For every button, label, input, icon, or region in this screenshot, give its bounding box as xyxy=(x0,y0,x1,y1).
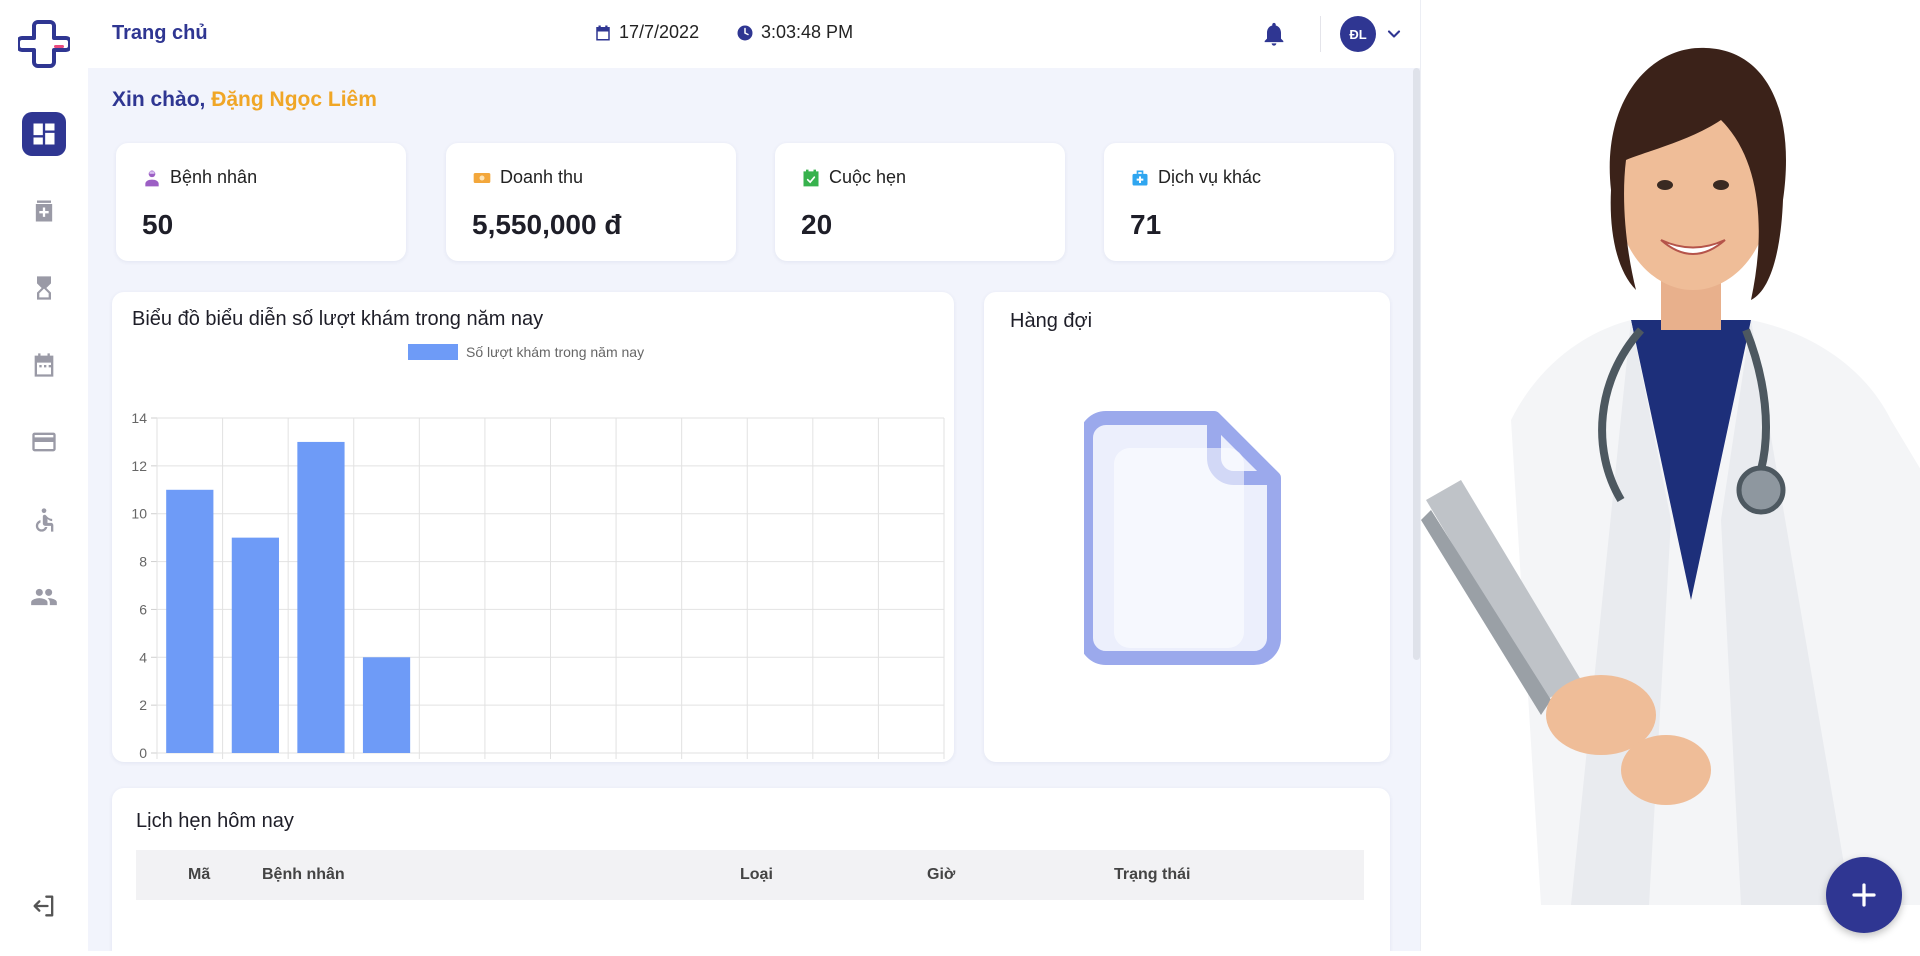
money-icon xyxy=(473,172,491,183)
notification-bell-icon[interactable] xyxy=(1260,20,1288,48)
queue-title: Hàng đợi xyxy=(1010,310,1093,332)
column-header-status[interactable]: Trạng thái xyxy=(1114,866,1190,884)
sidebar-item-patients[interactable] xyxy=(22,498,66,542)
header-date: 17/7/2022 xyxy=(594,22,699,43)
sidebar xyxy=(0,0,88,951)
chart-title: Biểu đồ biểu diễn số lượt khám trong năm… xyxy=(132,308,544,330)
calendar-check-icon xyxy=(803,169,819,186)
y-tick-label: 6 xyxy=(139,601,147,617)
dashboard-icon xyxy=(33,123,55,145)
stat-card-other-services[interactable]: Dịch vụ khác 71 xyxy=(1104,143,1394,261)
main-content: Xin chào, Đặng Ngọc Liêm Bệnh nhân 50 Do… xyxy=(88,68,1420,951)
y-tick-label: 2 xyxy=(139,697,147,713)
sidebar-item-queue[interactable] xyxy=(22,266,66,310)
visits-bar-chart: Số lượt khám trong năm nay02468101214Thg… xyxy=(131,344,945,761)
logout-icon xyxy=(33,895,54,917)
chart-panel: Biểu đồ biểu diễn số lượt khám trong năm… xyxy=(112,292,954,762)
greeting: Xin chào, Đặng Ngọc Liêm xyxy=(112,88,377,112)
stat-label: Dịch vụ khác xyxy=(1158,167,1262,187)
calendar-icon xyxy=(596,25,610,40)
stat-value: 5,550,000 đ xyxy=(472,209,622,240)
stat-card-appointments[interactable]: Cuộc hẹn 20 xyxy=(775,143,1065,261)
stat-label: Doanh thu xyxy=(500,167,584,187)
medical-bag-icon xyxy=(1132,170,1148,185)
column-header-time[interactable]: Giờ xyxy=(927,866,955,884)
main-scrollbar[interactable] xyxy=(1413,68,1420,660)
patient-icon xyxy=(145,170,159,186)
bar xyxy=(231,537,279,753)
greeting-prefix: Xin chào, xyxy=(112,88,206,111)
hourglass-icon xyxy=(37,276,51,300)
date-text: 17/7/2022 xyxy=(619,22,700,42)
sidebar-item-dashboard[interactable] xyxy=(22,112,66,156)
sidebar-item-staff[interactable] xyxy=(22,575,66,619)
legend-label: Số lượt khám trong năm nay xyxy=(466,344,644,360)
doctor-illustration xyxy=(1420,0,1920,951)
sidebar-item-calendar[interactable] xyxy=(22,343,66,387)
empty-document-icon xyxy=(1084,411,1281,665)
logout-button[interactable] xyxy=(22,884,66,928)
legend-swatch xyxy=(408,344,458,360)
stat-card-revenue[interactable]: Doanh thu 5,550,000 đ xyxy=(446,143,736,261)
time-text: 3:03:48 PM xyxy=(761,22,854,42)
header-time: 3:03:48 PM xyxy=(736,22,853,43)
user-avatar[interactable]: ĐL xyxy=(1340,16,1376,52)
y-tick-label: 8 xyxy=(139,554,147,570)
greeting-user-name: Đặng Ngọc Liêm xyxy=(211,88,377,111)
sidebar-item-medicine[interactable] xyxy=(22,189,66,233)
appointments-title: Lịch hẹn hôm nay xyxy=(136,810,294,832)
header-divider xyxy=(1320,16,1321,52)
clock-icon xyxy=(737,25,753,40)
appointments-panel: Lịch hẹn hôm nay Mã Bệnh nhân Loại Giờ T… xyxy=(112,788,1390,951)
plus-icon xyxy=(1852,883,1876,907)
queue-panel: Hàng đợi xyxy=(984,292,1390,762)
calendar-icon xyxy=(34,353,54,377)
appointments-table-header: Mã Bệnh nhân Loại Giờ Trạng thái xyxy=(136,850,1364,900)
stat-card-patients[interactable]: Bệnh nhân 50 xyxy=(116,143,406,261)
stat-label: Cuộc hẹn xyxy=(829,167,907,187)
y-tick-label: 14 xyxy=(131,410,147,426)
stat-value: 50 xyxy=(142,209,174,240)
top-header: Trang chủ 17/7/2022 3:03:48 PM ĐL xyxy=(88,0,1420,68)
y-tick-label: 12 xyxy=(131,458,147,474)
column-header-patient[interactable]: Bệnh nhân xyxy=(262,866,345,884)
bar xyxy=(166,489,214,753)
credit-card-icon xyxy=(32,432,56,452)
sidebar-item-payment[interactable] xyxy=(22,420,66,464)
add-button[interactable] xyxy=(1826,857,1902,933)
chevron-down-icon[interactable] xyxy=(1384,24,1404,44)
doctor-image xyxy=(1421,47,1920,905)
stat-value: 71 xyxy=(1130,209,1162,240)
stat-value: 20 xyxy=(801,209,833,240)
stat-label: Bệnh nhân xyxy=(170,167,258,187)
bar xyxy=(362,657,411,753)
y-tick-label: 4 xyxy=(139,649,147,665)
accessible-icon xyxy=(35,508,54,532)
column-header-id[interactable]: Mã xyxy=(188,866,210,884)
y-tick-label: 0 xyxy=(139,745,147,761)
medicine-icon xyxy=(35,200,53,222)
page-title: Trang chủ xyxy=(112,22,208,44)
people-icon xyxy=(31,588,57,606)
y-tick-label: 10 xyxy=(131,506,147,522)
clinic-logo-icon[interactable] xyxy=(18,18,70,70)
column-header-type[interactable]: Loại xyxy=(740,866,773,884)
bar xyxy=(297,441,345,753)
